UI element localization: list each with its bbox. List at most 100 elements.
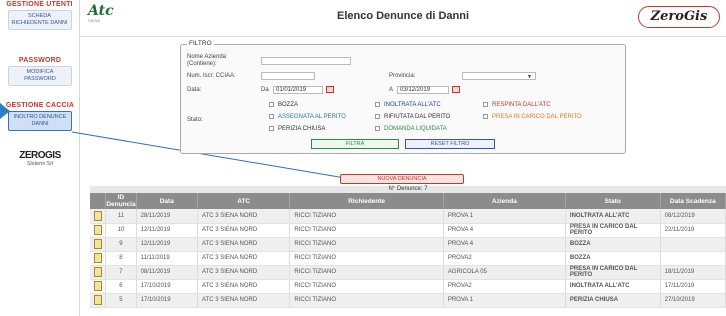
filtra-button[interactable]: Filtra	[311, 139, 399, 149]
modifica-password-button[interactable]: MODIFICA PASSWORD	[8, 66, 72, 86]
nuova-denuncia-button[interactable]: Nuova Denuncia	[340, 174, 464, 184]
stato-checkbox-presa[interactable]: PRESA IN CARICO DAL PERITO	[483, 114, 582, 120]
cell-stato: INOLTRATA ALL'ATC	[565, 279, 661, 294]
cell-azienda: PROVA 1	[443, 209, 566, 224]
stato-checkbox-perizia[interactable]: PERIZIA CHIUSA	[269, 126, 325, 132]
column-header: ATC	[197, 193, 291, 209]
stato-checkbox-respinta[interactable]: RESPINTA DALL'ATC	[483, 102, 551, 108]
table-row[interactable]: 6 17/10/2019 ATC 3 SIENA NORD RICCI TIZIANO…	[90, 279, 726, 294]
cell-data: 28/11/2019	[136, 209, 198, 224]
calendar-icon[interactable]	[326, 86, 334, 93]
table-row[interactable]: 7 08/11/2019 ATC 3 SIENA NORD RICCI TIZIANO…	[90, 265, 726, 280]
table-row[interactable]: 5 17/10/2019 ATC 3 SIENA NORD RICCI TIZIANO…	[90, 293, 726, 308]
cciaa-label: Num. Iscr. CCIAA:	[187, 73, 236, 79]
stato-checkbox-rifiutata[interactable]: RIFIUTATA DAL PERITO	[375, 114, 450, 120]
provincia-select[interactable]: ▼	[462, 72, 536, 80]
edit-document-icon[interactable]	[93, 281, 102, 291]
stato-checkbox-liquidata[interactable]: DOMANDA LIQUIDATA	[375, 126, 447, 132]
stato-option-label: DOMANDA LIQUIDATA	[384, 126, 447, 133]
checkbox-icon	[269, 126, 274, 131]
cell-richiedente: RICCI TIZIANO	[289, 237, 444, 252]
page-title: Elenco Denunce di Danni	[336, 10, 470, 22]
da-label: Da	[261, 87, 269, 93]
cell-data: 08/11/2019	[136, 265, 198, 280]
stato-option-label: RIFIUTATA DAL PERITO	[384, 114, 451, 121]
table-row[interactable]: 11 28/11/2019 ATC 3 SIENA NORD RICCI TIZIAN…	[90, 209, 726, 224]
cell-scadenza: 27/10/2019	[660, 293, 726, 308]
cell-id: 7	[105, 265, 137, 280]
table-header-row: ID Denuncia Data ATC Richiedente Azienda…	[90, 193, 726, 209]
cell-data: 11/11/2019	[136, 251, 198, 266]
edit-document-icon[interactable]	[93, 210, 102, 221]
checkbox-icon	[375, 102, 380, 107]
denunce-count: N° Denunce: 7	[90, 186, 726, 193]
cell-action	[90, 293, 107, 308]
cell-stato: PRESA IN CARICO DAL PERITO	[565, 223, 661, 238]
table-row[interactable]: 10 12/11/2019 ATC 3 SIENA NORD RICCI TIZIAN…	[90, 223, 726, 238]
cell-id: 8	[105, 251, 137, 266]
filter-panel: Filtro Nome Azienda (Contiene): Num. Isc…	[180, 40, 626, 154]
sidebar-section-password: PASSWORD MODIFICA PASSWORD	[0, 57, 80, 86]
sidebar-section-caccia: GESTIONE CACCIA INOLTRO DENUNCE DANNI	[0, 102, 80, 131]
column-header	[90, 193, 107, 209]
edit-document-icon[interactable]	[93, 239, 102, 249]
header: Atc SIENA Elenco Denunce di Danni ZeroGi…	[80, 0, 726, 37]
column-header: Data	[136, 193, 198, 209]
edit-document-icon[interactable]	[93, 267, 102, 277]
nome-azienda-input[interactable]	[261, 57, 351, 65]
cell-stato: PERIZIA CHIUSA	[565, 293, 661, 308]
table-row[interactable]: 8 11/11/2019 ATC 3 SIENA NORD RICCI TIZIANO…	[90, 251, 726, 266]
checkbox-icon	[269, 102, 274, 107]
cell-scadenza	[660, 237, 726, 252]
column-header: ID Denuncia	[105, 193, 137, 209]
stato-checkbox-bozza[interactable]: BOZZA	[269, 102, 298, 108]
cell-action	[90, 209, 107, 224]
cell-data: 12/11/2019	[136, 237, 198, 252]
stato-option-label: RESPINTA DALL'ATC	[492, 102, 551, 109]
cell-scadenza: 17/11/2019	[660, 279, 726, 294]
column-header: Data Scadenza	[660, 193, 726, 209]
stato-option-label: INOLTRATA ALL'ATC	[384, 102, 441, 109]
stato-checkbox-assegnata[interactable]: ASSEGNATA AL PERITO	[269, 114, 346, 120]
stato-option-label: ASSEGNATA AL PERITO	[278, 114, 346, 121]
cell-richiedente: RICCI TIZIANO	[289, 293, 444, 308]
sidebar: GESTIONE UTENTI SCHEDA RICHIEDENTE DANNI…	[0, 0, 80, 316]
cell-scadenza: 18/11/2019	[660, 265, 726, 280]
cell-scadenza: 22/11/2019	[660, 223, 726, 238]
stato-option-label: BOZZA	[278, 102, 299, 109]
cell-richiedente: RICCI TIZIANO	[289, 209, 444, 224]
cell-azienda: PROVA 1	[443, 293, 566, 308]
cell-azienda: PROVA 4	[443, 223, 566, 238]
cell-action	[90, 223, 107, 238]
inoltro-denunce-button[interactable]: INOLTRO DENUNCE DANNI	[8, 111, 72, 131]
table-row[interactable]: 9 12/11/2019 ATC 3 SIENA NORD RICCI TIZIANO…	[90, 237, 726, 252]
edit-document-icon[interactable]	[93, 253, 102, 263]
denunce-table: ID Denuncia Data ATC Richiedente Azienda…	[90, 193, 726, 308]
scheda-richiedente-button[interactable]: SCHEDA RICHIEDENTE DANNI	[7, 10, 72, 30]
nome-azienda-label: Nome Azienda (Contiene):	[187, 54, 227, 67]
data-a-input[interactable]: 03/12/2019	[397, 86, 449, 94]
edit-document-icon[interactable]	[93, 225, 102, 235]
checkbox-icon	[375, 114, 380, 119]
cciaa-input[interactable]	[261, 72, 315, 80]
sidebar-section-title: GESTIONE UTENTI	[6, 1, 73, 8]
cell-stato: BOZZA	[565, 237, 661, 252]
company-logo: ZEROGIS Sistemi Srl	[8, 150, 72, 167]
sidebar-section-title: GESTIONE CACCIA	[5, 102, 75, 109]
checkbox-icon	[375, 126, 380, 131]
cell-scadenza: 08/12/2019	[660, 209, 726, 224]
cell-atc: ATC 3 SIENA NORD	[197, 251, 291, 266]
cell-azienda: PROVA2	[443, 279, 566, 294]
reset-filtro-button[interactable]: Reset Filtro	[405, 139, 495, 149]
calendar-icon[interactable]	[452, 86, 460, 93]
edit-document-icon[interactable]	[93, 295, 102, 305]
zerogis-logo: ZeroGis	[638, 6, 720, 28]
column-header: Stato	[565, 193, 661, 209]
stato-checkbox-inoltrata[interactable]: INOLTRATA ALL'ATC	[375, 102, 441, 108]
data-da-input[interactable]: 01/01/2019	[273, 86, 323, 94]
stato-option-label: PERIZIA CHIUSA	[278, 126, 326, 133]
checkbox-icon	[483, 114, 488, 119]
cell-azienda: PROVA2	[443, 251, 566, 266]
column-header: Richiedente	[289, 193, 444, 209]
cell-action	[90, 279, 107, 294]
